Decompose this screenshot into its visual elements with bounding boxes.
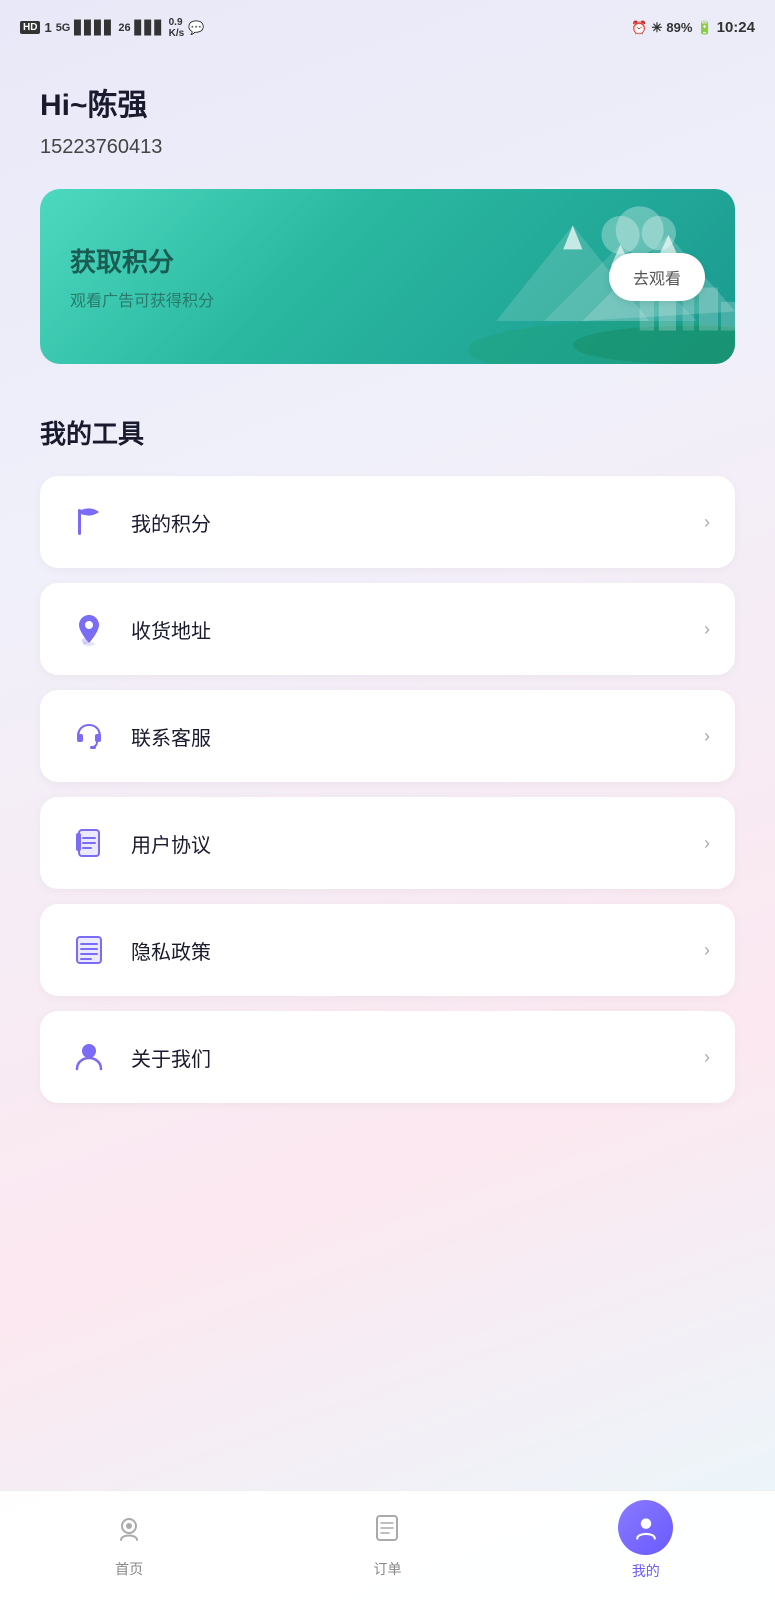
network-26: 26 — [118, 22, 130, 34]
tab-mine-icon-wrap — [618, 1500, 673, 1555]
status-right: ⏰ ✳ 89% 🔋 10:24 — [631, 19, 755, 36]
headset-icon — [71, 718, 107, 754]
tab-order-label: 订单 — [373, 1559, 401, 1579]
about-chevron: › — [704, 1047, 710, 1068]
agreement-icon-wrap — [65, 819, 113, 867]
alarm-icon: ⏰ — [631, 20, 647, 36]
main-content: Hi~陈强 15223760413 — [0, 50, 775, 1223]
status-bar: HD 1 5G ▋▋▋▋ 26 ▋▋▋ 0.9K/s 💬 ⏰ ✳ 89% 🔋 1… — [0, 0, 775, 50]
flag-icon — [71, 504, 107, 540]
tab-bar: 首页 订单 我的 — [0, 1490, 775, 1600]
tab-home[interactable]: 首页 — [0, 1503, 258, 1579]
tab-order-icon-wrap — [362, 1503, 412, 1553]
location-icon — [71, 611, 107, 647]
tab-mine-label: 我的 — [632, 1561, 660, 1581]
tab-order[interactable]: 订单 — [258, 1503, 516, 1579]
menu-list: 我的积分 › 收货地址 › — [40, 476, 735, 1103]
banner-watch-button[interactable]: 去观看 — [609, 253, 705, 301]
agreement-label: 用户协议 — [131, 829, 211, 858]
home-tab-icon — [113, 1512, 145, 1544]
about-icon-wrap — [65, 1033, 113, 1081]
banner-text-area: 获取积分 观看广告可获得积分 — [70, 242, 609, 311]
network-speed: 0.9K/s — [169, 17, 185, 39]
banner-card[interactable]: 获取积分 观看广告可获得积分 去观看 — [40, 189, 735, 364]
banner-title: 获取积分 — [70, 242, 609, 279]
address-chevron: › — [704, 619, 710, 640]
battery-icon: 🔋 — [696, 20, 712, 36]
points-label: 我的积分 — [131, 508, 211, 537]
status-left: HD 1 5G ▋▋▋▋ 26 ▋▋▋ 0.9K/s 💬 — [20, 17, 204, 39]
signal-5g: 5G — [56, 22, 71, 34]
menu-item-address[interactable]: 收货地址 › — [40, 583, 735, 675]
service-chevron: › — [704, 726, 710, 747]
menu-item-agreement[interactable]: 用户协议 › — [40, 797, 735, 889]
mine-tab-icon — [632, 1514, 660, 1542]
phone-number: 15223760413 — [40, 136, 735, 159]
tab-home-label: 首页 — [115, 1559, 143, 1579]
tools-section: 我的工具 我的积分 › — [40, 414, 735, 1103]
privacy-icon-wrap — [65, 926, 113, 974]
address-label: 收货地址 — [131, 615, 211, 644]
points-chevron: › — [704, 512, 710, 533]
service-label: 联系客服 — [131, 722, 211, 751]
address-icon-wrap — [65, 605, 113, 653]
signal-bars-1: ▋▋▋▋ — [74, 20, 114, 36]
tab-home-icon-wrap — [104, 1503, 154, 1553]
menu-item-service[interactable]: 联系客服 › — [40, 690, 735, 782]
privacy-label: 隐私政策 — [131, 936, 211, 965]
about-label: 关于我们 — [131, 1043, 211, 1072]
service-icon-wrap — [65, 712, 113, 760]
signal-bars-2: ▋▋▋ — [135, 20, 165, 36]
points-icon-wrap — [65, 498, 113, 546]
wechat-icon: 💬 — [188, 20, 204, 36]
tab-mine[interactable]: 我的 — [517, 1500, 775, 1581]
person-icon — [71, 1039, 107, 1075]
banner-subtitle: 观看广告可获得积分 — [70, 287, 609, 311]
menu-item-privacy[interactable]: 隐私政策 › — [40, 904, 735, 996]
order-tab-icon — [371, 1512, 403, 1544]
sim-indicator: 1 — [44, 20, 51, 35]
bluetooth-icon: ✳ — [652, 20, 663, 36]
hd-badge: HD — [20, 21, 40, 34]
greeting-name: Hi~陈强 — [40, 80, 735, 124]
status-time: 10:24 — [717, 19, 755, 36]
menu-item-points[interactable]: 我的积分 › — [40, 476, 735, 568]
greeting-section: Hi~陈强 15223760413 — [40, 80, 735, 159]
list-icon — [71, 932, 107, 968]
battery-percent: 89% — [666, 20, 692, 35]
doc-icon — [71, 825, 107, 861]
privacy-chevron: › — [704, 940, 710, 961]
tools-section-title: 我的工具 — [40, 414, 735, 451]
agreement-chevron: › — [704, 833, 710, 854]
menu-item-about[interactable]: 关于我们 › — [40, 1011, 735, 1103]
